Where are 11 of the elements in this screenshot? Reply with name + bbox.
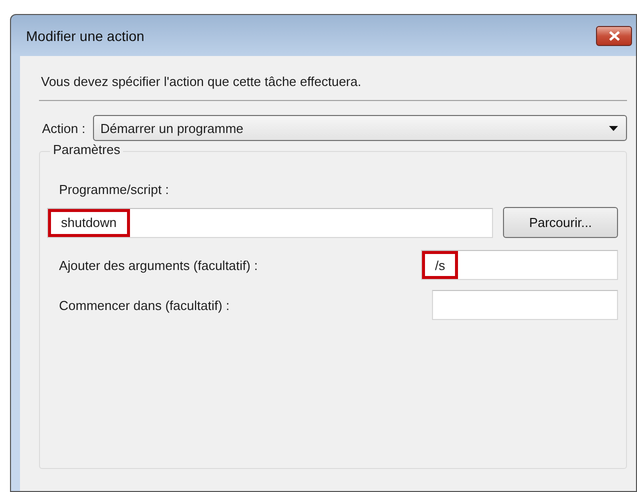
start-in-label: Commencer dans (facultatif) : xyxy=(59,298,230,312)
action-dropdown[interactable]: Démarrer un programme xyxy=(93,115,627,141)
instruction-text: Vous devez spécifier l'action que cette tâche effectuera. xyxy=(40,74,362,91)
browse-button[interactable]: Parcourir... xyxy=(503,207,618,238)
input-field[interactable]: shutdown xyxy=(47,208,493,238)
input-field[interactable]: /s xyxy=(421,250,618,280)
arguments-label: Ajouter des arguments (facultatif) : xyxy=(59,258,258,272)
group-title: Paramètres xyxy=(50,142,124,157)
window-title: Modifier une action xyxy=(25,28,144,44)
program-label: Programme/script : xyxy=(59,182,169,197)
action-label: Action : xyxy=(42,120,86,136)
